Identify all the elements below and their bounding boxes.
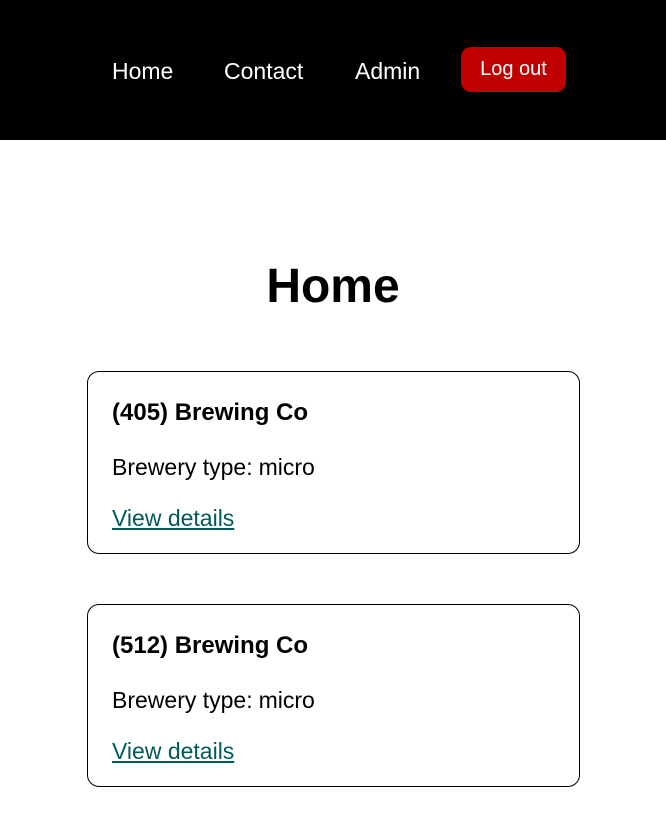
brewery-type: Brewery type: micro (112, 452, 315, 482)
nav-link-home[interactable]: Home (112, 56, 173, 86)
page: Home Contact Admin Log out Home (405) Br… (0, 0, 666, 832)
brewery-type-value: micro (258, 687, 315, 713)
brewery-type: Brewery type: micro (112, 685, 315, 715)
brewery-type-value: micro (258, 454, 315, 480)
brewery-type-label: Brewery type: (112, 687, 253, 713)
view-details-link[interactable]: View details (112, 503, 234, 533)
nav-link-admin[interactable]: Admin (355, 56, 420, 86)
brewery-card: (405) Brewing Co Brewery type: micro View… (87, 371, 580, 554)
brewery-type-label: Brewery type: (112, 454, 253, 480)
top-navbar: Home Contact Admin Log out (0, 0, 666, 140)
brewery-name: (405) Brewing Co (112, 399, 309, 426)
brewery-name: (512) Brewing Co (112, 632, 309, 659)
logout-button[interactable]: Log out (461, 47, 566, 92)
page-title: Home (266, 260, 400, 313)
view-details-link[interactable]: View details (112, 736, 234, 766)
nav-link-contact[interactable]: Contact (224, 56, 303, 86)
brewery-card: (512) Brewing Co Brewery type: micro View… (87, 604, 580, 787)
